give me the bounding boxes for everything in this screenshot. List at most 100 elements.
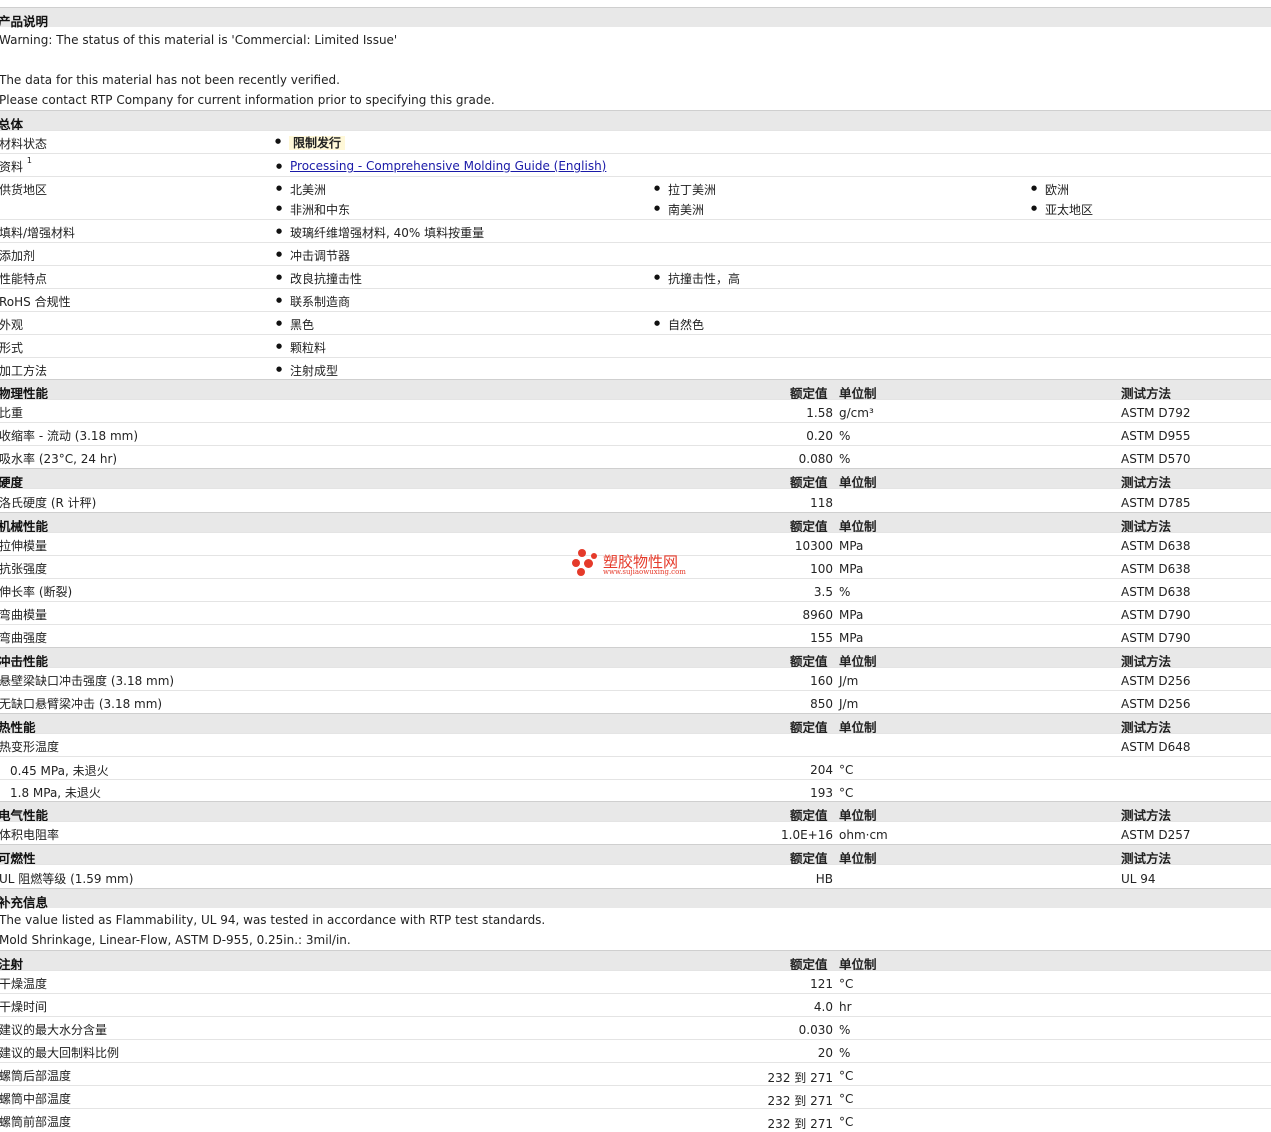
property-value: 232 到 271 [767,1117,833,1131]
property-unit: % [839,1023,851,1037]
property-value: 204 [810,763,833,777]
processing-value: 注射成型 [276,362,338,379]
row-label: 填料/增强材料 [0,226,76,240]
table-row: 螺筒中部温度 232 到 271 °C [0,1085,1271,1108]
property-value: 160 [810,674,833,688]
region-item: 北美洲 [276,181,326,198]
property-unit: MPa [839,562,864,576]
row-label: 添加剂 [0,249,36,263]
property-label: 1.8 MPa, 未退火 [10,786,101,800]
doc-link-item: Processing - Comprehensive Molding Guide… [276,159,606,173]
section-header-flammability: 可燃性 额定值 单位制 测试方法 [0,844,1271,866]
section-header-electrical: 电气性能 额定值 单位制 测试方法 [0,801,1271,823]
property-value: HB [815,872,833,886]
feature-item: 抗撞击性，高 [654,270,740,287]
table-row: 洛氏硬度 (R 计秤) 118 ASTM D785 [0,488,1271,512]
supplemental-note: The value listed as Flammability, UL 94,… [0,913,546,927]
table-row: 热变形温度 ASTM D648 [0,733,1271,756]
table-row: 悬壁梁缺口冲击强度 (3.18 mm) 160 J/m ASTM D256 [0,667,1271,690]
property-unit: % [839,452,851,466]
property-unit: J/m [839,697,859,711]
property-value: 155 [810,631,833,645]
form-value: 颗粒料 [276,339,326,356]
property-label: 建议的最大回制料比例 [0,1046,120,1060]
overview-block: Warning: The status of this material is … [0,27,1271,110]
test-method: ASTM D790 [1121,608,1191,622]
table-row: 1.8 MPa, 未退火 193 °C [0,779,1271,801]
property-unit: MPa [839,608,864,622]
table-row: 无缺口悬臂梁冲击 (3.18 mm) 850 J/m ASTM D256 [0,690,1271,713]
property-unit: % [839,585,851,599]
region-item: 南美洲 [654,201,704,218]
region-item: 亚太地区 [1031,201,1093,218]
region-item: 欧洲 [1031,181,1069,198]
status-badge: 限制发行 [275,134,346,151]
row-processing: 加工方法 注射成型 [0,357,1271,379]
test-method: ASTM D638 [1121,562,1191,576]
property-label: 无缺口悬臂梁冲击 (3.18 mm) [0,697,163,711]
section-header-impact: 冲击性能 额定值 单位制 测试方法 [0,647,1271,669]
property-label: 比重 [0,406,24,420]
appearance-item: 黑色 [276,316,314,333]
property-label: 螺筒后部温度 [0,1069,72,1083]
row-label: RoHS 合规性 [0,295,71,309]
test-method: ASTM D257 [1121,828,1191,842]
property-label: 建议的最大水分含量 [0,1023,108,1037]
property-label: 拉伸模量 [0,539,48,553]
row-label: 性能特点 [0,272,48,286]
property-value: 0.030 [798,1023,833,1037]
property-unit: °C [839,763,854,777]
table-row: 体积电阻率 1.0E+16 ohm·cm ASTM D257 [0,821,1271,844]
test-method: ASTM D638 [1121,539,1191,553]
test-method: ASTM D785 [1121,496,1191,510]
section-header-thermal: 热性能 额定值 单位制 测试方法 [0,713,1271,735]
table-row: 弯曲模量 8960 MPa ASTM D790 [0,601,1271,624]
test-method: UL 94 [1121,872,1156,886]
row-rohs: RoHS 合规性 联系制造商 [0,288,1271,311]
property-value: 0.080 [798,452,833,466]
property-label: 吸水率 (23°C, 24 hr) [0,452,118,466]
section-header-hardness: 硬度 额定值 单位制 测试方法 [0,468,1271,490]
property-label: 0.45 MPa, 未退火 [10,764,109,778]
rohs-value: 联系制造商 [276,293,350,310]
property-unit: hr [839,1000,852,1014]
property-unit: MPa [839,539,864,553]
property-unit: % [839,1046,851,1060]
property-value: 10300 [794,539,833,553]
property-label: 悬壁梁缺口冲击强度 (3.18 mm) [0,674,175,688]
property-label: 弯曲模量 [0,608,48,622]
test-method: ASTM D570 [1121,452,1191,466]
region-item: 非洲和中东 [276,201,350,218]
table-row: 0.45 MPa, 未退火 204 °C [0,756,1271,779]
status-warning: Warning: The status of this material is … [0,33,398,47]
property-unit: % [839,429,851,443]
filler-value: 玻璃纤维增强材料, 40% 填料按重量 [276,224,484,241]
table-row: 比重 1.58 g/cm³ ASTM D792 [0,399,1271,422]
test-method: ASTM D256 [1121,697,1191,711]
property-unit: °C [839,786,854,800]
property-value: 20 [817,1046,833,1060]
section-header-mechanical: 机械性能 额定值 单位制 测试方法 [0,512,1271,534]
molding-guide-link[interactable]: Processing - Comprehensive Molding Guide… [290,159,606,173]
table-row: 伸长率 (断裂) 3.5 % ASTM D638 [0,578,1271,601]
property-value: 8960 [802,608,833,622]
section-header-injection: 注射 额定值 单位制 [0,950,1271,972]
test-method: ASTM D638 [1121,585,1191,599]
row-material-status: 材料状态 限制发行 [0,130,1271,153]
property-label: 干燥温度 [0,977,48,991]
table-row: 建议的最大回制料比例 20 % [0,1039,1271,1062]
property-label: UL 阻燃等级 (1.59 mm) [0,872,134,886]
table-row: 螺筒前部温度 232 到 271 °C [0,1108,1271,1131]
property-label: 体积电阻率 [0,828,60,842]
property-value: 193 [810,786,833,800]
test-method: ASTM D792 [1121,406,1191,420]
property-label: 抗张强度 [0,562,48,576]
property-value: 850 [810,697,833,711]
row-filler: 填料/增强材料 玻璃纤维增强材料, 40% 填料按重量 [0,219,1271,242]
row-label: 供货地区 [0,183,48,197]
section-header-general: 总体 [0,110,1271,132]
property-value: 1.58 [806,406,833,420]
table-row: 建议的最大水分含量 0.030 % [0,1016,1271,1039]
test-method: ASTM D955 [1121,429,1191,443]
property-unit: °C [839,977,854,991]
